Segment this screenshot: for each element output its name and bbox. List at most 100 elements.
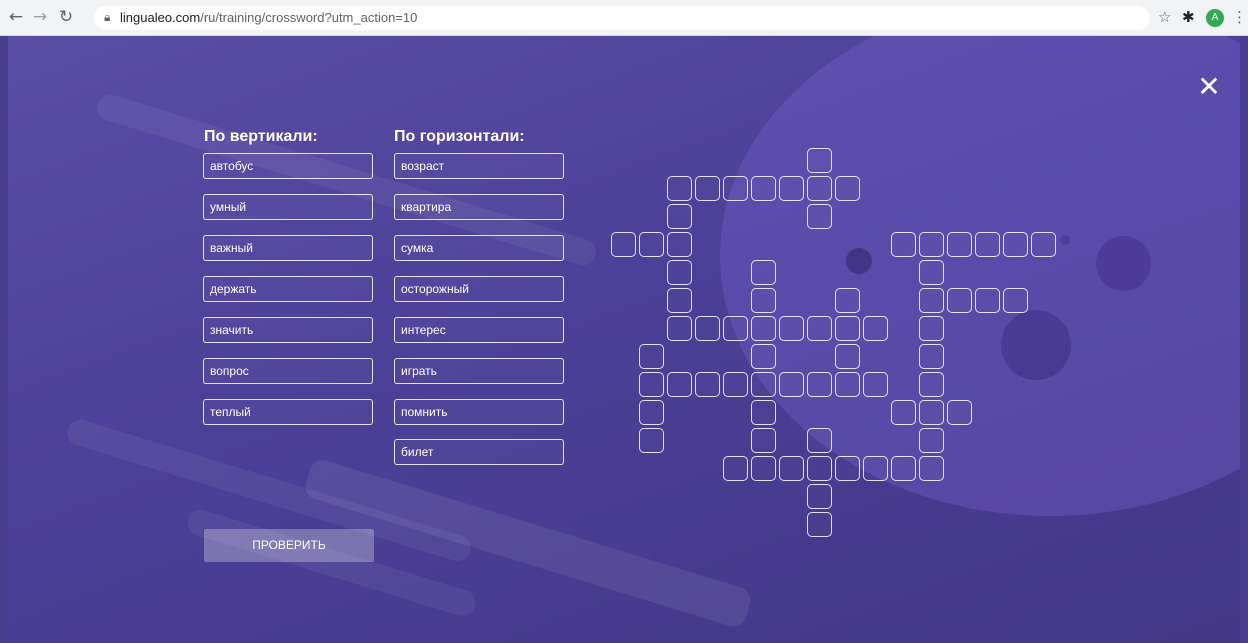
forward-arrow-icon[interactable]: →	[30, 7, 50, 27]
crossword-cell[interactable]	[863, 372, 888, 397]
crossword-cell[interactable]	[1003, 288, 1028, 313]
crossword-cell[interactable]	[919, 400, 944, 425]
extensions-puzzle-icon[interactable]: ✱	[1182, 7, 1195, 27]
crossword-cell[interactable]	[891, 232, 916, 257]
crossword-cell[interactable]	[639, 232, 664, 257]
crossword-cell[interactable]	[807, 148, 832, 173]
crossword-cell[interactable]	[695, 176, 720, 201]
address-bar[interactable]: 🔒︎ lingualeo.com/ru/training/crossword?u…	[94, 6, 1150, 30]
horizontal-word-card[interactable]: играть	[394, 358, 564, 384]
crossword-cell[interactable]	[751, 260, 776, 285]
crossword-cell[interactable]	[919, 456, 944, 481]
crossword-cell[interactable]	[807, 176, 832, 201]
crossword-cell[interactable]	[835, 176, 860, 201]
vertical-word-card[interactable]: вопрос	[203, 358, 373, 384]
crossword-cell[interactable]	[947, 288, 972, 313]
vertical-word-card[interactable]: умный	[203, 194, 373, 220]
crossword-cell[interactable]	[751, 316, 776, 341]
crossword-cell[interactable]	[667, 316, 692, 341]
crossword-cell[interactable]	[723, 316, 748, 341]
horizontal-word-card[interactable]: осторожный	[394, 276, 564, 302]
crossword-cell[interactable]	[807, 204, 832, 229]
reload-icon[interactable]: ↻	[56, 7, 76, 27]
crossword-cell[interactable]	[751, 288, 776, 313]
close-icon[interactable]: ✕	[1194, 72, 1224, 102]
horizontal-word-card[interactable]: возраст	[394, 153, 564, 179]
crossword-cell[interactable]	[863, 316, 888, 341]
crossword-cell[interactable]	[919, 288, 944, 313]
crossword-cell[interactable]	[639, 372, 664, 397]
vertical-clues-title: По вертикали:	[204, 128, 318, 145]
crossword-cell[interactable]	[667, 372, 692, 397]
crossword-cell[interactable]	[779, 316, 804, 341]
crossword-cell[interactable]	[667, 232, 692, 257]
crossword-cell[interactable]	[751, 372, 776, 397]
crossword-cell[interactable]	[639, 428, 664, 453]
crossword-cell[interactable]	[751, 400, 776, 425]
crossword-cell[interactable]	[835, 344, 860, 369]
crossword-cell[interactable]	[807, 316, 832, 341]
crossword-cell[interactable]	[919, 372, 944, 397]
url-text: lingualeo.com/ru/training/crossword?utm_…	[120, 10, 418, 25]
browser-menu-icon[interactable]: ⋮	[1232, 7, 1247, 27]
crossword-cell[interactable]	[723, 176, 748, 201]
crossword-cell[interactable]	[751, 176, 776, 201]
crossword-cell[interactable]	[919, 344, 944, 369]
horizontal-word-card[interactable]: билет	[394, 439, 564, 465]
vertical-word-card[interactable]: важный	[203, 235, 373, 261]
crossword-cell[interactable]	[695, 316, 720, 341]
crossword-cell[interactable]	[807, 484, 832, 509]
check-button[interactable]: ПРОВЕРИТЬ	[204, 529, 374, 562]
horizontal-word-card[interactable]: квартира	[394, 194, 564, 220]
back-arrow-icon[interactable]: ←	[6, 7, 26, 27]
crossword-training-page: ✕ По вертикали: По горизонтали: автобус …	[8, 36, 1240, 643]
crossword-cell[interactable]	[807, 428, 832, 453]
crossword-cell[interactable]	[807, 372, 832, 397]
crossword-cell[interactable]	[723, 372, 748, 397]
vertical-word-card[interactable]: автобус	[203, 153, 373, 179]
crossword-cell[interactable]	[751, 428, 776, 453]
crossword-cell[interactable]	[751, 456, 776, 481]
crossword-cell[interactable]	[919, 316, 944, 341]
crossword-cell[interactable]	[807, 456, 832, 481]
crossword-cell[interactable]	[779, 456, 804, 481]
crossword-cell[interactable]	[975, 232, 1000, 257]
vertical-word-card[interactable]: теплый	[203, 399, 373, 425]
crossword-cell[interactable]	[947, 400, 972, 425]
crossword-cell[interactable]	[975, 288, 1000, 313]
crossword-cell[interactable]	[667, 204, 692, 229]
crossword-cell[interactable]	[779, 372, 804, 397]
crossword-cell[interactable]	[891, 456, 916, 481]
crossword-cell[interactable]	[835, 372, 860, 397]
crossword-cell[interactable]	[639, 400, 664, 425]
crossword-cell[interactable]	[667, 288, 692, 313]
crossword-cell[interactable]	[639, 344, 664, 369]
horizontal-word-card[interactable]: помнить	[394, 399, 564, 425]
crossword-cell[interactable]	[919, 428, 944, 453]
horizontal-word-card[interactable]: сумка	[394, 235, 564, 261]
crossword-cell[interactable]	[695, 372, 720, 397]
browser-toolbar: ← → ↻ 🔒︎ lingualeo.com/ru/training/cross…	[0, 0, 1248, 36]
crossword-cell[interactable]	[723, 456, 748, 481]
horizontal-word-card[interactable]: интерес	[394, 317, 564, 343]
crossword-cell[interactable]	[919, 232, 944, 257]
crossword-cell[interactable]	[667, 176, 692, 201]
crossword-cell[interactable]	[919, 260, 944, 285]
crossword-cell[interactable]	[863, 456, 888, 481]
profile-avatar[interactable]: A	[1206, 9, 1224, 27]
crossword-cell[interactable]	[891, 400, 916, 425]
crossword-cell[interactable]	[1003, 232, 1028, 257]
vertical-word-card[interactable]: держать	[203, 276, 373, 302]
crossword-cell[interactable]	[611, 232, 636, 257]
crossword-cell[interactable]	[835, 316, 860, 341]
crossword-cell[interactable]	[779, 176, 804, 201]
bookmark-star-icon[interactable]: ☆	[1158, 7, 1171, 27]
crossword-cell[interactable]	[835, 288, 860, 313]
vertical-word-card[interactable]: значить	[203, 317, 373, 343]
crossword-cell[interactable]	[667, 260, 692, 285]
crossword-cell[interactable]	[947, 232, 972, 257]
crossword-cell[interactable]	[807, 512, 832, 537]
crossword-cell[interactable]	[751, 344, 776, 369]
crossword-cell[interactable]	[835, 456, 860, 481]
crossword-cell[interactable]	[1031, 232, 1056, 257]
